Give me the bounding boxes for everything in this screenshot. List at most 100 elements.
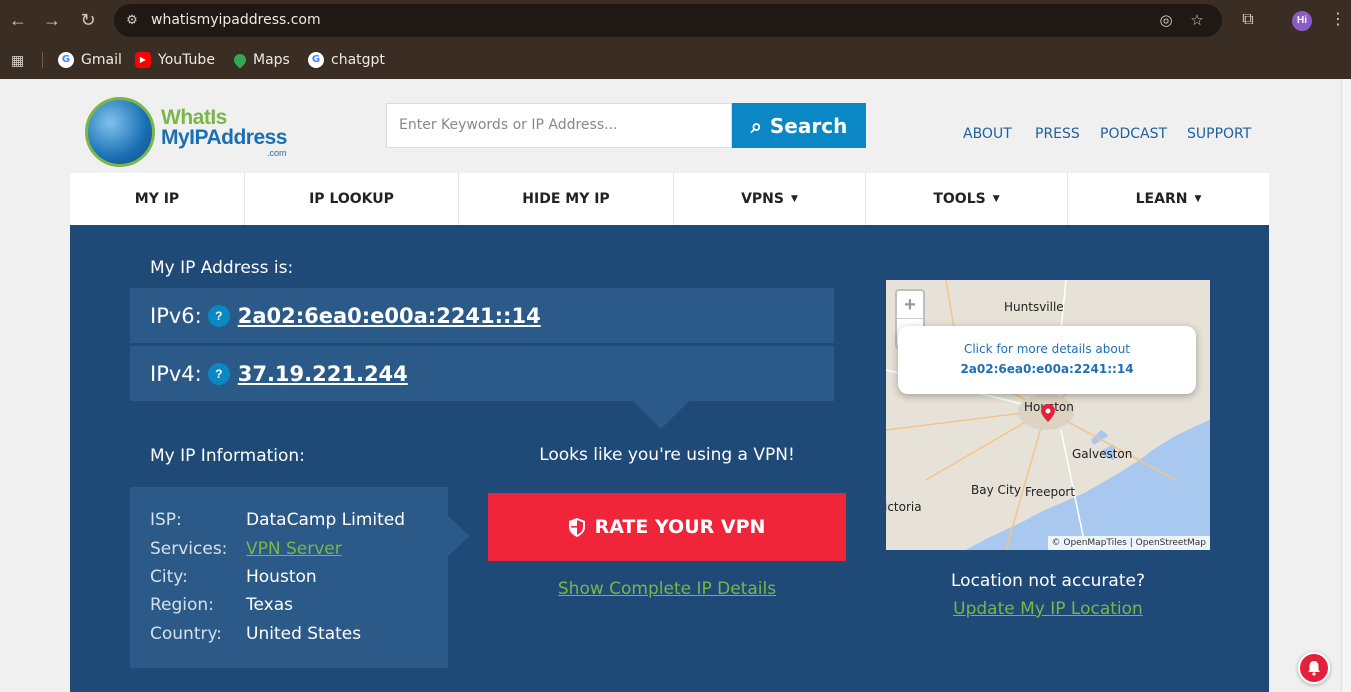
nav-ip-lookup[interactable]: IP LOOKUP	[245, 173, 459, 225]
bookmark-label: Maps	[253, 52, 290, 68]
extensions-icon[interactable]: ⧉	[1237, 9, 1259, 31]
search-button-label: Search	[769, 113, 848, 138]
google-icon: G	[58, 52, 74, 68]
reload-icon[interactable]: ↻	[76, 8, 100, 32]
rate-vpn-button[interactable]: RATE YOUR VPN	[488, 493, 846, 561]
ip-hero: My IP Address is: IPv6: ? 2a02:6ea0:e00a…	[70, 225, 1269, 692]
map-label: Galveston	[1072, 447, 1133, 461]
top-link-about[interactable]: ABOUT	[963, 126, 1012, 142]
browser-chrome: ← → ↻ ⚙ whatismyipaddress.com ◎ ☆ ⧉ Hi ⋮…	[0, 0, 1351, 79]
chat-widget-button[interactable]	[1298, 652, 1330, 684]
nav-label: LEARN	[1135, 191, 1188, 207]
nav-label: TOOLS	[933, 191, 986, 207]
info-value: United States	[246, 624, 362, 644]
map-popup[interactable]: Click for more details about 2a02:6ea0:e…	[898, 326, 1196, 394]
page: WhatIs MyIPAddress .com Enter Keywords o…	[0, 79, 1341, 692]
eye-slash-icon[interactable]: ◎	[1156, 11, 1176, 31]
info-title: My IP Information:	[150, 446, 305, 466]
bookmark-label: chatgpt	[331, 52, 385, 68]
help-icon[interactable]: ?	[207, 304, 230, 327]
ipv4-link[interactable]: 37.19.221.244	[238, 362, 408, 386]
nav-vpns[interactable]: VPNS ▼	[674, 173, 866, 225]
map-label: Bay City	[971, 483, 1022, 497]
youtube-icon: ▶	[135, 52, 151, 68]
map-attribution[interactable]: © OpenMapTiles | OpenStreetMap	[1047, 536, 1210, 550]
popup-text: Click for more details about	[963, 342, 1131, 356]
info-key: Region:	[150, 595, 214, 615]
logo-text: MyIPAddress	[161, 126, 288, 149]
nav-label: VPNS	[741, 191, 784, 207]
caret-down-icon: ▼	[992, 194, 1000, 204]
nav-learn[interactable]: LEARN ▼	[1068, 173, 1269, 225]
bookmark-label: Gmail	[81, 52, 122, 68]
nav-label: HIDE MY IP	[522, 191, 610, 207]
nav-label: IP LOOKUP	[309, 191, 394, 207]
ipv6-row: IPv6: ? 2a02:6ea0:e00a:2241::14	[130, 288, 834, 343]
info-key: Services:	[150, 539, 228, 559]
globe-icon	[85, 97, 155, 167]
ipv6-label: IPv6:	[150, 303, 202, 328]
caret-down-icon: ▼	[790, 194, 798, 204]
forward-arrow-icon[interactable]: →	[40, 8, 64, 32]
location-question: Location not accurate?	[951, 571, 1145, 591]
nav-label: MY IP	[134, 191, 180, 207]
browser-toolbar: ← → ↻ ⚙ whatismyipaddress.com ◎ ☆ ⧉ Hi ⋮	[0, 0, 1351, 42]
rate-vpn-label: RATE YOUR VPN	[594, 516, 766, 538]
nav-hide-my-ip[interactable]: HIDE MY IP	[459, 173, 674, 225]
bookmark-label: YouTube	[158, 52, 215, 68]
bookmarks-bar: ▦ G Gmail ▶ YouTube Maps G chatgpt	[0, 42, 1351, 79]
ip-box-notch	[633, 401, 689, 429]
maps-icon	[231, 51, 249, 69]
main-nav: MY IP IP LOOKUP HIDE MY IP VPNS ▼ TOOLS ▼ …	[70, 173, 1269, 225]
ipv6-link[interactable]: 2a02:6ea0:e00a:2241::14	[238, 304, 541, 328]
map-label: Freeport	[1025, 485, 1076, 499]
info-value: Texas	[246, 595, 293, 615]
zoom-in-button[interactable]: +	[897, 291, 923, 319]
services-link[interactable]: VPN Server	[246, 539, 342, 559]
bookmark-gmail[interactable]: G Gmail	[58, 50, 122, 70]
update-location-link[interactable]: Update My IP Location	[886, 599, 1210, 619]
nav-my-ip[interactable]: MY IP	[70, 173, 245, 225]
map-label: ictoria	[886, 500, 922, 514]
search-button[interactable]: ⌕ Search	[732, 103, 866, 148]
ipv4-label: IPv4:	[150, 361, 202, 386]
vpn-message: Looks like you're using a VPN!	[539, 445, 795, 465]
back-arrow-icon[interactable]: ←	[6, 8, 30, 32]
apps-grid-icon[interactable]: ▦	[11, 51, 29, 69]
more-menu-icon[interactable]: ⋮	[1327, 9, 1349, 31]
url-text[interactable]: whatismyipaddress.com	[151, 12, 321, 28]
top-link-support[interactable]: SUPPORT	[1187, 126, 1251, 142]
nav-tools[interactable]: TOOLS ▼	[866, 173, 1068, 225]
help-icon[interactable]: ?	[207, 362, 230, 385]
search-input[interactable]: Enter Keywords or IP Address...	[386, 103, 732, 148]
location-map[interactable]: + − Huntsville Click for more details ab…	[886, 280, 1210, 550]
info-key: City:	[150, 567, 188, 587]
logo-text: .com	[267, 148, 287, 158]
top-link-podcast[interactable]: PODCAST	[1100, 126, 1167, 142]
bookmark-maps[interactable]: Maps	[231, 50, 290, 70]
star-icon[interactable]: ☆	[1187, 11, 1207, 31]
google-icon: G	[308, 52, 324, 68]
popup-ip[interactable]: 2a02:6ea0:e00a:2241::14	[898, 362, 1196, 376]
bookmarks-divider	[42, 52, 43, 68]
profile-avatar[interactable]: Hi	[1292, 11, 1312, 31]
top-link-press[interactable]: PRESS	[1035, 126, 1080, 142]
ip-title: My IP Address is:	[150, 258, 294, 278]
info-value: DataCamp Limited	[246, 510, 406, 530]
info-box-notch	[448, 516, 470, 556]
bell-icon	[1308, 661, 1320, 676]
caret-down-icon: ▼	[1194, 194, 1202, 204]
info-key: Country:	[150, 624, 223, 644]
show-complete-details-link[interactable]: Show Complete IP Details	[488, 579, 846, 599]
map-label: Huntsville	[1004, 300, 1064, 314]
map-pin-icon	[1041, 404, 1055, 422]
info-key: ISP:	[150, 510, 182, 530]
site-logo[interactable]: WhatIs MyIPAddress .com	[85, 97, 300, 167]
shield-icon	[568, 517, 585, 537]
bookmark-chatgpt[interactable]: G chatgpt	[308, 50, 385, 70]
site-info-icon[interactable]: ⚙	[124, 12, 140, 28]
bookmark-youtube[interactable]: ▶ YouTube	[135, 50, 215, 70]
address-bar[interactable]: ⚙ whatismyipaddress.com ◎ ☆	[114, 4, 1222, 37]
page-scrollbar[interactable]	[1341, 79, 1351, 692]
ipv4-row: IPv4: ? 37.19.221.244	[130, 346, 834, 401]
